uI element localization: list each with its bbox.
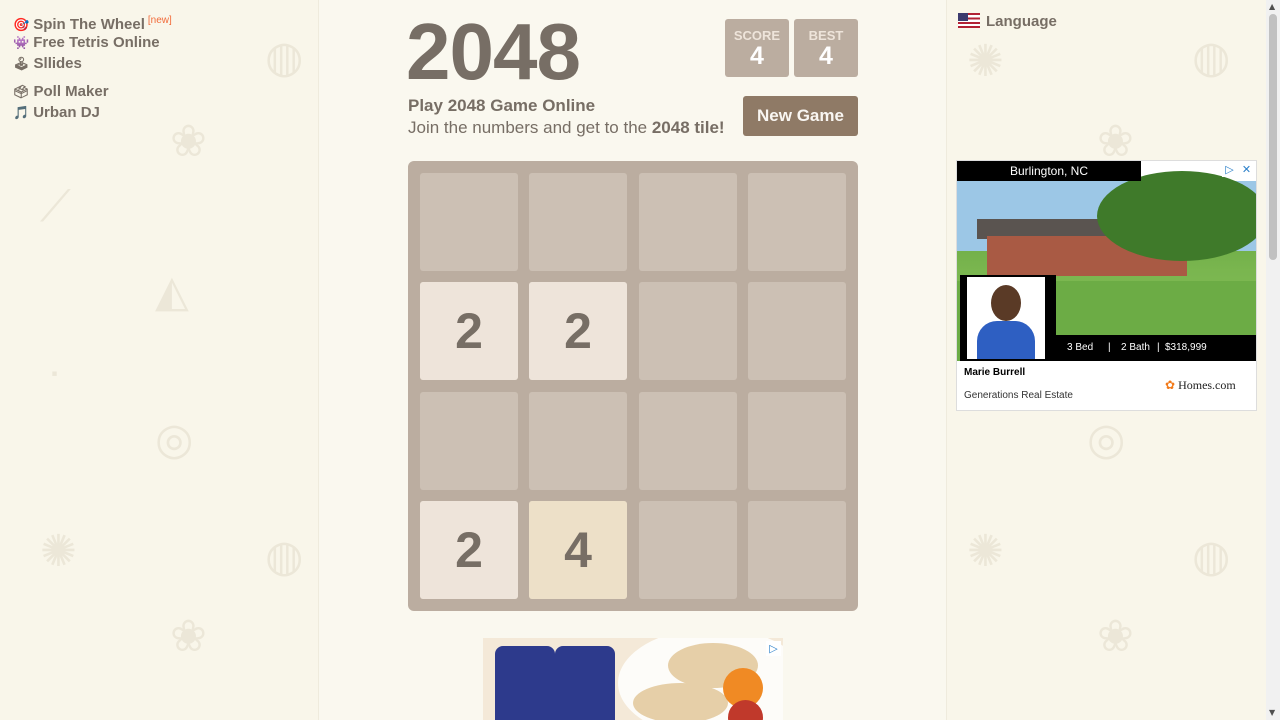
grid-cell [748, 501, 846, 599]
language-selector[interactable]: Language [958, 13, 1057, 30]
grid-cell [748, 392, 846, 490]
link-spin-the-wheel[interactable]: 🎯 Spin The Wheel [new] [13, 10, 172, 33]
close-icon[interactable]: ✕ [1239, 162, 1254, 177]
agency-name: Generations Real Estate [964, 390, 1073, 401]
listing-stats: 3 Bed | 2 Bath | $318,999 [1056, 335, 1256, 361]
best-value: 4 [819, 42, 833, 70]
new-badge: [new] [147, 15, 172, 26]
ballot-box-icon: 🗳 [13, 84, 30, 100]
tile-2: 2 [420, 282, 518, 380]
pineapple-icon: ✺ [967, 526, 1004, 577]
watermelon-icon: ◍ [265, 531, 304, 582]
ad-city: Burlington, NC [957, 161, 1141, 181]
scroll-up-icon[interactable]: ▲ [1269, 2, 1275, 11]
steak-icon: ◎ [1087, 414, 1126, 465]
grid-cell [748, 282, 846, 380]
music-note-icon: 🎵 [13, 106, 30, 121]
grapes-icon: ❀ [1097, 116, 1134, 167]
scroll-thumb[interactable] [1269, 14, 1277, 260]
grid-cell [639, 173, 737, 271]
pineapple-icon: ✺ [40, 526, 77, 577]
link-free-tetris[interactable]: 👾 Free Tetris Online [13, 32, 172, 54]
grapes-icon: ❀ [1097, 611, 1134, 662]
grid-cell [529, 392, 627, 490]
best-box: BEST 4 [794, 19, 858, 77]
us-flag-icon [958, 13, 980, 28]
new-game-button[interactable]: New Game [743, 96, 858, 136]
score-value: 4 [750, 42, 764, 70]
score-box: SCORE 4 [725, 19, 789, 77]
link-sllides[interactable]: 🕹 Sllides [13, 53, 172, 75]
chicken-icon: ◭ [155, 266, 189, 317]
watermelon-icon: ◍ [1192, 531, 1231, 582]
steak-icon: ◎ [155, 414, 194, 465]
link-urban-dj[interactable]: 🎵 Urban DJ [13, 102, 172, 124]
tile-2: 2 [529, 282, 627, 380]
adchoices-icon[interactable]: ▷ [766, 641, 781, 656]
game-links: 🎯 Spin The Wheel [new] 👾 Free Tetris Online… [13, 10, 172, 124]
grapes-icon: ❀ [170, 611, 207, 662]
product-package [495, 646, 555, 720]
product-package [555, 646, 615, 720]
grid-cell [420, 173, 518, 271]
grid-cell [639, 501, 737, 599]
grapes-icon: ❀ [170, 116, 207, 167]
watermelon-icon: ◍ [265, 32, 304, 83]
cherry-icon: ᐝ [48, 364, 60, 415]
pineapple-icon: ✺ [967, 36, 1004, 87]
target-icon: 🎯 [13, 18, 30, 33]
alien-icon: 👾 [13, 35, 30, 51]
agent-photo [960, 275, 1056, 361]
tile-4: 4 [529, 501, 627, 599]
page-scrollbar[interactable]: ▲ ▼ [1266, 0, 1280, 720]
tile-2: 2 [420, 501, 518, 599]
grid-cell [529, 173, 627, 271]
asparagus-icon: ⟋ [40, 181, 71, 232]
game-subtitle: Join the numbers and get to the 2048 til… [408, 118, 725, 137]
homes-logo-icon: ✿ [1165, 378, 1176, 392]
game-board[interactable]: 2224 [408, 161, 858, 611]
bottom-ad-banner[interactable]: ▷ [483, 638, 783, 720]
game-title: 2048 [406, 7, 581, 96]
joystick-icon: 🕹 [13, 57, 30, 72]
grid-cell [639, 282, 737, 380]
right-ad-banner[interactable]: Burlington, NC ▷ ✕ 3 Bed | 2 Bath | $318… [956, 160, 1257, 411]
scroll-down-icon[interactable]: ▼ [1269, 708, 1275, 717]
grid-cell [420, 392, 518, 490]
adchoices-icon[interactable]: ▷ [1222, 162, 1237, 177]
link-poll-maker[interactable]: 🗳 Poll Maker [13, 81, 172, 103]
grid-cell [748, 173, 846, 271]
game-intro: Play 2048 Game Online Join the numbers a… [408, 96, 725, 138]
watermelon-icon: ◍ [1192, 32, 1231, 83]
agent-name: Marie Burrell [964, 367, 1026, 378]
grid-cell [639, 392, 737, 490]
homes-logo: ✿ Homes.com [1165, 378, 1236, 392]
game-heading: Play 2048 Game Online [408, 96, 596, 115]
